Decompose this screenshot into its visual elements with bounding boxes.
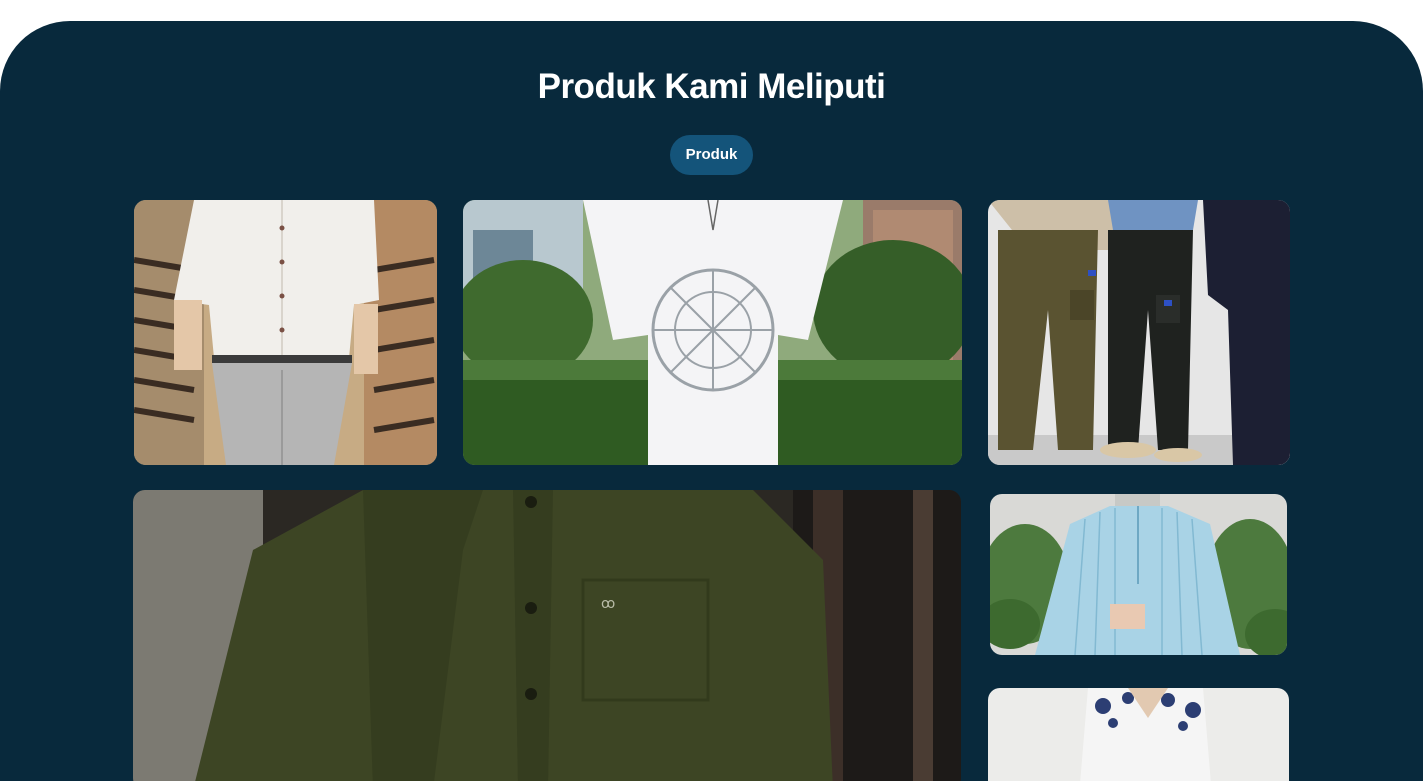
product-card-olive-polo[interactable]: ꝏ <box>133 490 961 781</box>
section-title: Produk Kami Meliputi <box>537 67 886 106</box>
striped-blouse-photo <box>990 494 1287 655</box>
svg-text:ꝏ: ꝏ <box>601 596 615 612</box>
product-card-cargo-pants[interactable] <box>988 200 1290 465</box>
white-graphic-tshirt-photo <box>463 200 962 465</box>
olive-polo-shirt-photo: ꝏ <box>133 490 961 781</box>
product-card-white-shirt[interactable] <box>134 200 437 465</box>
product-card-patterned-shirt[interactable] <box>988 688 1289 781</box>
products-section: Produk Kami Meliputi Produk ꝏ <box>0 21 1423 781</box>
product-card-graphic-tshirt[interactable] <box>463 200 962 465</box>
white-shirt-photo <box>134 200 437 465</box>
product-category-badge[interactable]: Produk <box>670 135 753 175</box>
product-card-striped-blouse[interactable] <box>990 494 1287 655</box>
patterned-shirt-photo <box>988 688 1289 781</box>
cargo-pants-photo <box>988 200 1290 465</box>
